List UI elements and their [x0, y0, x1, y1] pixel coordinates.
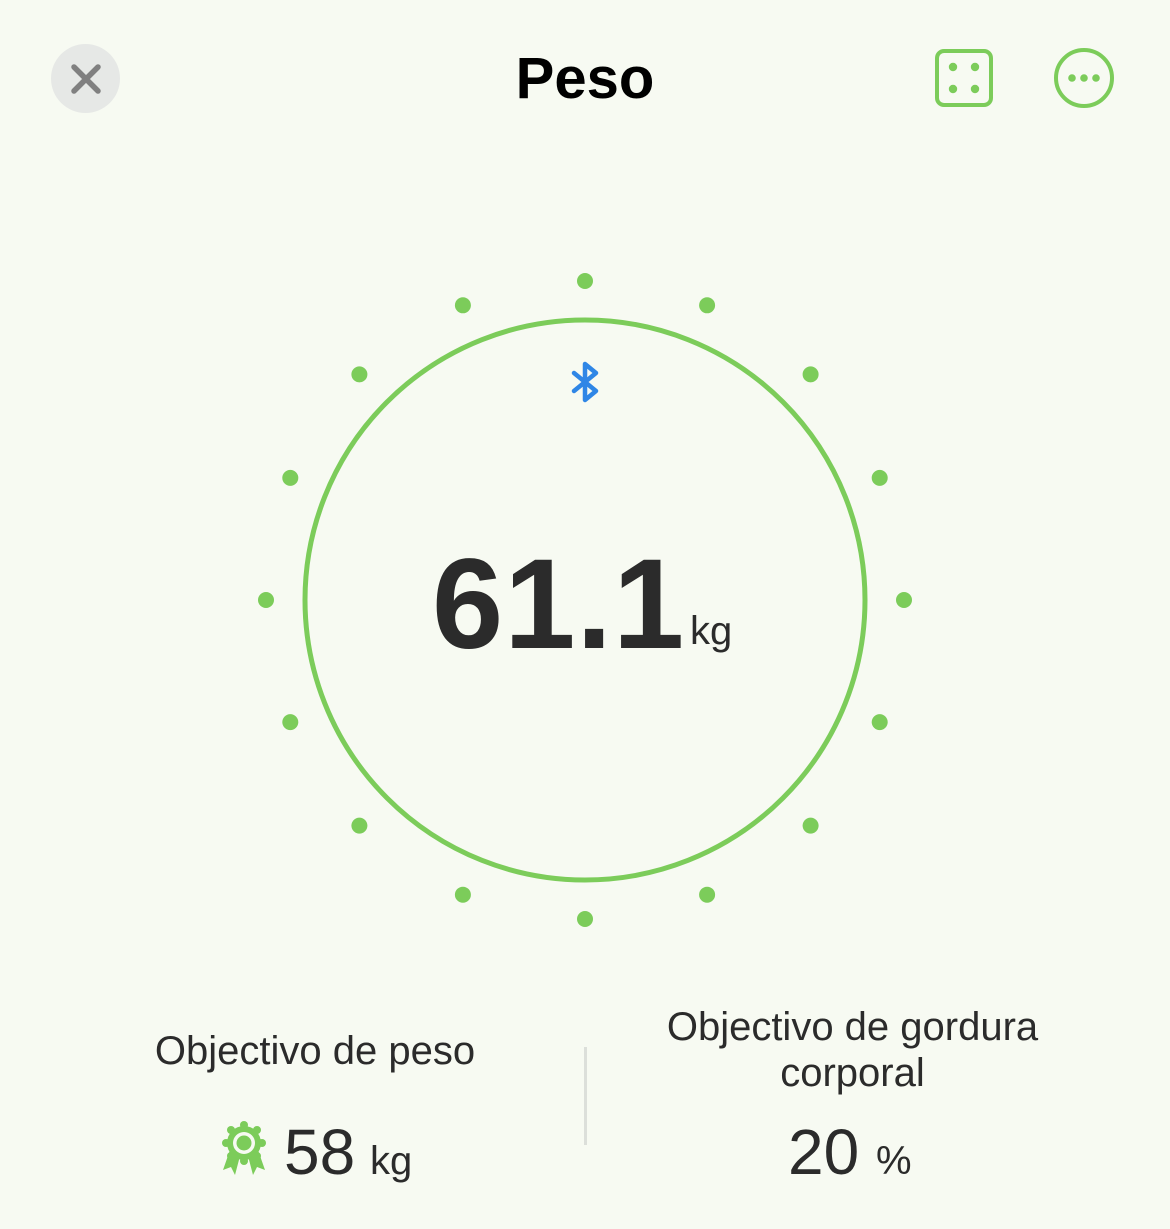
gauge-dot [871, 469, 888, 486]
weight-gauge [258, 273, 912, 927]
gauge-dot [454, 297, 471, 314]
gauge-dot [351, 817, 368, 834]
goals-divider [584, 1047, 587, 1145]
weight-unit: kg [690, 609, 733, 653]
gauge-dot [258, 592, 274, 608]
body-fat-goal-unit: % [876, 1139, 912, 1183]
gauge-dot [577, 911, 593, 927]
gauge-dot [577, 273, 593, 289]
gauge-dot [802, 817, 819, 834]
body-fat-goal-label: Objectivo de gordura corporal [666, 1005, 1039, 1095]
award-badge-icon [222, 1121, 266, 1175]
gauge-dot [871, 714, 888, 731]
gauge-dot [282, 469, 299, 486]
gauge-dot [802, 366, 819, 383]
weight-goal-value: 58 [284, 1116, 356, 1188]
weight-value: 61.1 [432, 533, 686, 676]
gauge-dot [699, 297, 716, 314]
body-fat-goal-value: 20 [788, 1116, 860, 1188]
bluetooth-icon [571, 361, 599, 403]
gauge-dot [699, 886, 716, 903]
gauge-dot [282, 714, 299, 731]
gauge-dot [896, 592, 912, 608]
weight-goal-unit: kg [370, 1139, 413, 1183]
gauge-dot [351, 366, 368, 383]
weight-goal-label: Objectivo de peso [154, 1029, 476, 1073]
gauge-dot [454, 886, 471, 903]
